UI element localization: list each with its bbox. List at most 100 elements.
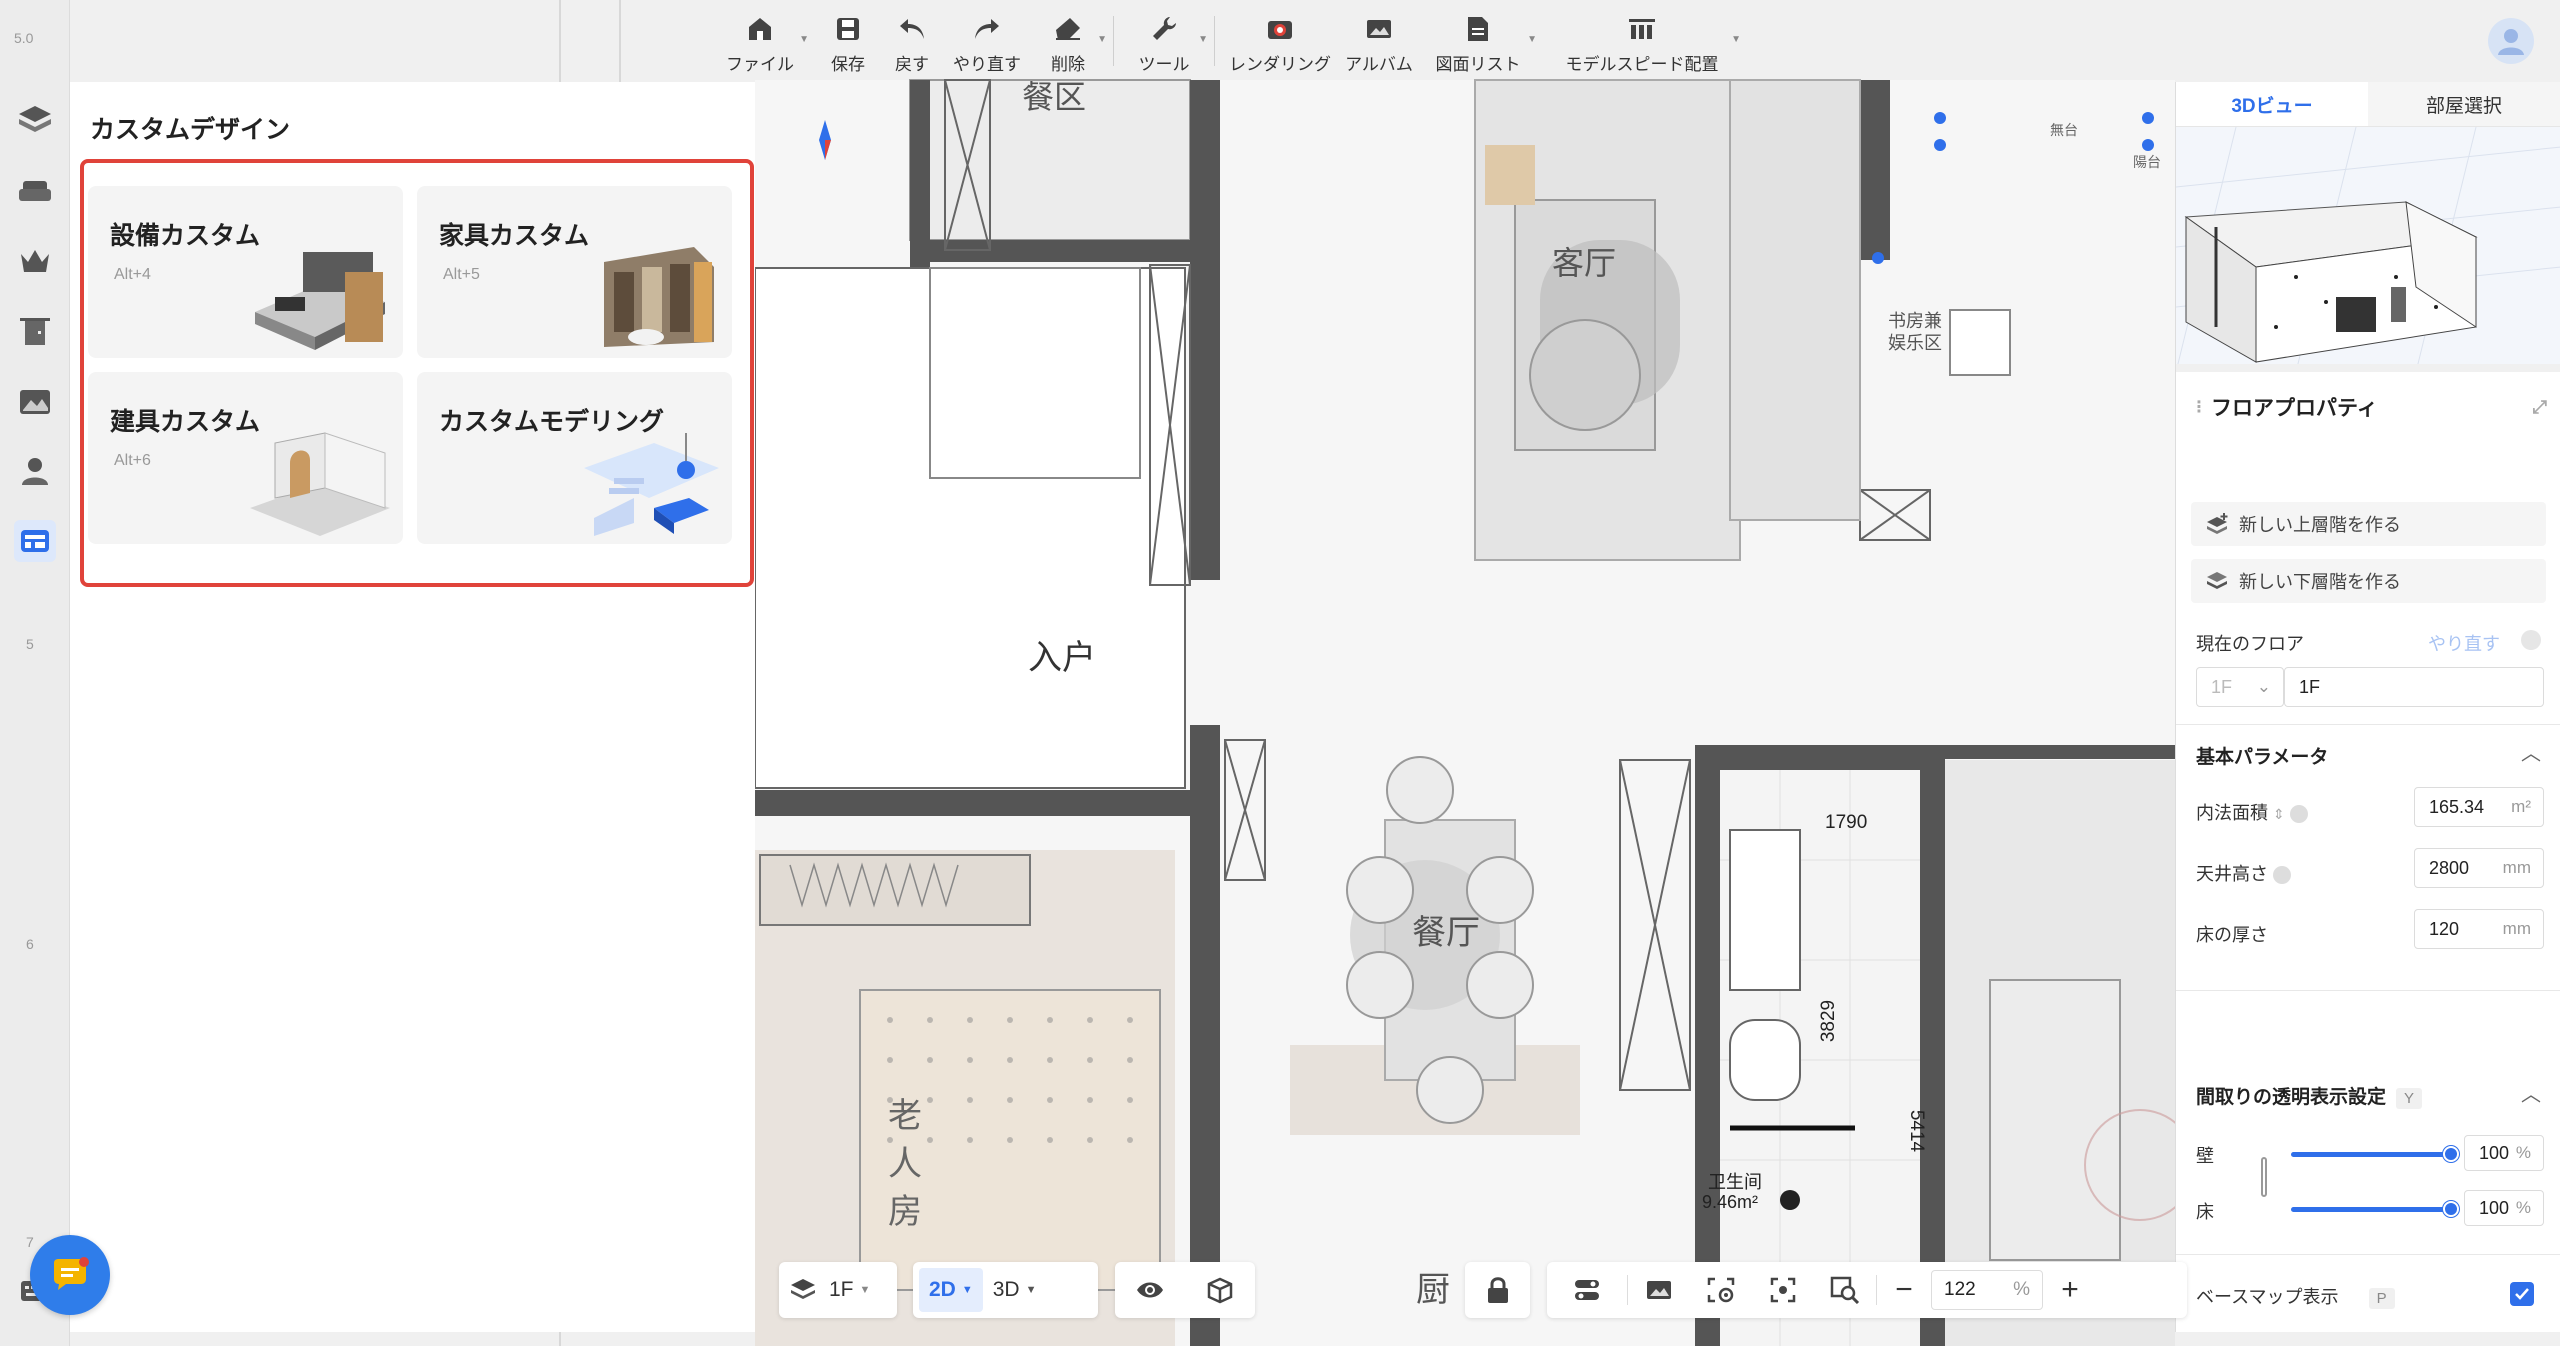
room-label-entry: 入户 — [1028, 639, 1096, 677]
eye-icon — [1137, 1282, 1163, 1298]
crown-icon[interactable] — [14, 240, 56, 282]
person-icon[interactable] — [14, 450, 56, 492]
ceiling-height-field[interactable]: 2800 mm — [2414, 848, 2544, 888]
chevron-up-icon[interactable]: ︿ — [2521, 737, 2541, 766]
album-button[interactable]: アルバム — [1335, 0, 1423, 80]
properties-panel: 3Dビュー 部屋選択 ⋮ フロアプロパティ ⤢ 新しい上層階を作る 新しい下層階… — [2175, 82, 2560, 1332]
fit-view-button[interactable] — [1752, 1268, 1814, 1312]
tab-room-select[interactable]: 部屋選択 — [2368, 82, 2560, 126]
terrain-icon[interactable] — [14, 380, 56, 422]
inner-area-field[interactable]: 165.34 m² — [2414, 787, 2544, 827]
kitchen-cabinet-illustration — [255, 252, 385, 350]
2d-mode-button[interactable]: 2D ▼ — [919, 1268, 983, 1312]
clock-icon — [2521, 630, 2541, 650]
lock-button[interactable] — [1475, 1268, 1521, 1312]
floor-layer-button[interactable]: 1F ▼ — [779, 1268, 880, 1312]
new-upper-floor-button[interactable]: 新しい上層階を作る — [2191, 502, 2546, 546]
delete-button[interactable]: 削除 ▼ — [1033, 0, 1107, 80]
fittings-custom-card[interactable]: 建具カスタム Alt+6 — [88, 372, 403, 544]
ruler-label: 6 — [26, 936, 34, 952]
floor-slider-knob[interactable] — [2443, 1201, 2459, 1217]
tools-menu-button[interactable]: ツール ▼ — [1124, 0, 1208, 80]
save-button[interactable]: 保存 — [813, 0, 883, 80]
custom-design-icon[interactable] — [14, 520, 56, 562]
panel-title: カスタムデザイン — [90, 116, 291, 144]
undo-button[interactable]: 戻す — [883, 0, 941, 80]
floor-opacity-slider[interactable] — [2291, 1207, 2451, 1212]
undo-label: 戻す — [895, 55, 929, 74]
floor-thickness-field[interactable]: 120 mm — [2414, 909, 2544, 949]
door-icon[interactable] — [14, 310, 56, 352]
plus-icon: + — [2061, 1273, 2079, 1306]
background-image-button[interactable] — [1628, 1268, 1690, 1312]
field-value: 100 — [2479, 1142, 2510, 1163]
redo-button[interactable]: やり直す — [941, 0, 1033, 80]
info-icon — [2273, 866, 2292, 885]
card-shortcut: Alt+5 — [443, 266, 480, 283]
floor-switcher[interactable]: 1F ▼ — [779, 1262, 897, 1318]
field-unit: % — [2515, 1198, 2531, 1217]
field-unit: mm — [2502, 858, 2531, 877]
chat-support-button[interactable] — [30, 1235, 110, 1315]
layer-add-icon — [2205, 570, 2229, 592]
expand-icon[interactable]: ⤢ — [2533, 397, 2547, 418]
wall-opacity-field[interactable]: 100 % — [2464, 1135, 2544, 1171]
wall-slider-knob[interactable] — [2443, 1146, 2459, 1162]
zoom-in-button[interactable]: + — [2043, 1268, 2097, 1312]
sofa-icon[interactable] — [14, 170, 56, 212]
zoom-unit: % — [2013, 1279, 2030, 1300]
drawing-list-button[interactable]: 図面リスト ▼ — [1423, 0, 1537, 80]
floor-plan-tool-icon[interactable] — [14, 98, 56, 140]
layers-icon — [791, 1279, 815, 1299]
settings-toggle-button[interactable] — [1547, 1268, 1627, 1312]
tab-3d-view[interactable]: 3Dビュー — [2176, 82, 2368, 126]
grid-layout-icon — [1625, 12, 1659, 46]
furniture-custom-card[interactable]: 家具カスタム Alt+5 — [417, 186, 732, 358]
document-icon — [1461, 12, 1495, 46]
equipment-custom-card[interactable]: 設備カスタム Alt+4 — [88, 186, 403, 358]
3d-preview[interactable] — [2176, 127, 2560, 372]
custom-modeling-card[interactable]: カスタムモデリング — [417, 372, 732, 544]
zoom-out-button[interactable]: − — [1877, 1268, 1931, 1312]
chevron-up-icon[interactable]: ︿ — [2521, 1078, 2541, 1107]
chevron-down-icon: ▼ — [961, 1284, 973, 1296]
room-label-study: 书房兼 娱乐区 — [1888, 311, 1942, 353]
room-label-dining: 餐厅 — [1412, 914, 1480, 952]
toolbar-divider — [1214, 16, 1215, 66]
dimension-label: 3829 — [1818, 999, 1840, 1043]
card-shortcut: Alt+4 — [114, 266, 151, 283]
3d-mode-button[interactable]: 3D ▼ — [983, 1268, 1047, 1312]
inner-area-label: 内法面積 ⇕ — [2196, 799, 2308, 825]
model-speed-button[interactable]: モデルスピード配置 ▼ — [1547, 0, 1741, 80]
dimension-label: 5414 — [1906, 1109, 1928, 1153]
floor-opacity-field[interactable]: 100 % — [2464, 1190, 2544, 1226]
rendering-button[interactable]: レンダリング — [1225, 0, 1335, 80]
redo-link[interactable]: やり直す — [2428, 630, 2500, 656]
wardrobe-illustration — [604, 247, 714, 347]
zoom-level-field[interactable]: 122 % — [1931, 1270, 2043, 1310]
label-text: ベースマップ表示 — [2196, 1287, 2339, 1307]
floor-name-input[interactable]: 1F — [2284, 667, 2544, 707]
shortcut-badge: Y — [2396, 1088, 2423, 1109]
chevron-down-icon: ▼ — [1198, 34, 1208, 45]
drag-handle-icon[interactable]: ⋮ — [2191, 397, 2207, 417]
canvas-toolbar: − 122 % + — [1547, 1262, 2187, 1318]
user-avatar[interactable] — [2488, 18, 2534, 64]
zoom-area-button[interactable] — [1814, 1268, 1876, 1312]
visibility-button[interactable] — [1125, 1268, 1175, 1312]
link-icon[interactable] — [2261, 1157, 2267, 1197]
file-menu-button[interactable]: ファイル ▼ — [715, 0, 809, 80]
floor-select[interactable]: 1F ⌄ — [2196, 667, 2284, 707]
toolbar-divider — [1113, 16, 1114, 66]
door-illustration — [250, 432, 390, 536]
basemap-checkbox[interactable] — [2510, 1282, 2534, 1306]
screenshot-settings-button[interactable] — [1690, 1268, 1752, 1312]
3d-box-button[interactable] — [1195, 1268, 1245, 1312]
floor-thickness-label: 床の厚さ — [2196, 925, 2268, 945]
wall-opacity-slider[interactable] — [2291, 1152, 2451, 1157]
dimension-label: 1790 — [1825, 812, 1868, 833]
new-lower-floor-button[interactable]: 新しい下層階を作る — [2191, 559, 2546, 603]
button-label: 新しい下層階を作る — [2239, 572, 2401, 592]
focus-icon — [1770, 1277, 1796, 1303]
rendering-label: レンダリング — [1229, 55, 1331, 74]
